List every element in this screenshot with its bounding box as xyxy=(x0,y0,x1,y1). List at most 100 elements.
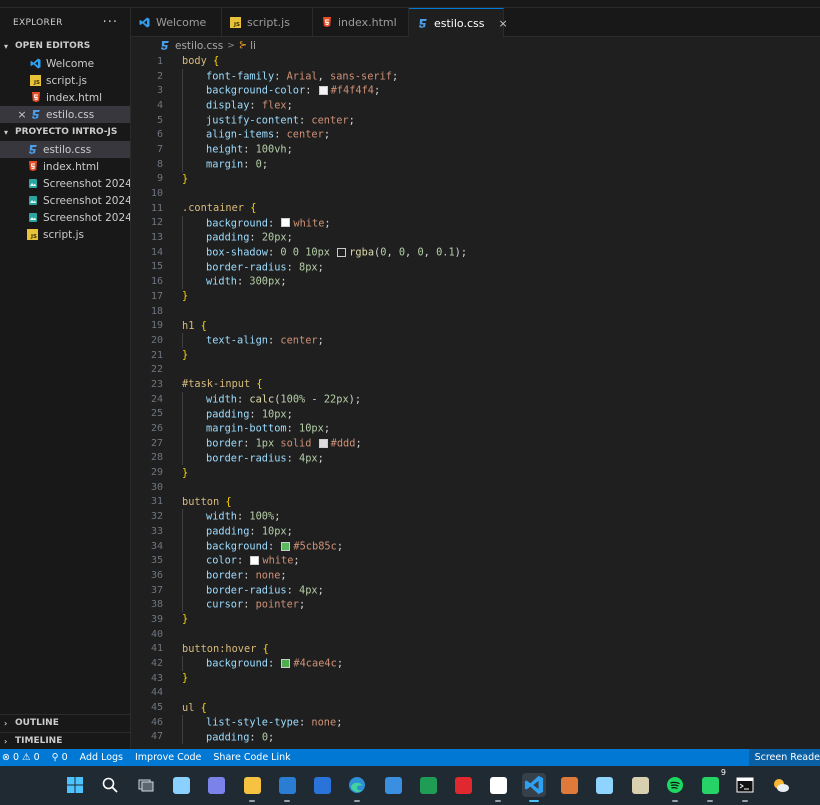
file-tree-item[interactable]: estilo.css xyxy=(0,141,130,158)
code-line: 8 margin: 0; xyxy=(131,156,820,172)
line-number: 44 xyxy=(150,687,163,699)
indent-guide xyxy=(182,582,206,598)
tab-welcome[interactable]: Welcome xyxy=(131,8,222,37)
code-editor[interactable]: 1 body {2 font-family: Arial, sans-serif; 3… xyxy=(131,54,820,749)
indent-guide xyxy=(182,435,206,451)
add-logs-button[interactable]: Add Logs xyxy=(80,752,123,763)
color-swatch[interactable] xyxy=(281,218,291,228)
file-tree-item[interactable]: Screenshot 2024-... xyxy=(0,192,130,209)
code-editor-icon[interactable] xyxy=(486,773,510,802)
css-file-icon xyxy=(27,144,38,155)
line-number: 36 xyxy=(150,569,163,581)
indent-guide xyxy=(182,142,206,157)
copilot-icon[interactable] xyxy=(169,773,193,797)
open-editors-header[interactable]: ▾ OPEN EDITORS xyxy=(0,37,130,55)
search-icon[interactable] xyxy=(98,773,122,797)
code-token: width xyxy=(206,510,237,523)
color-swatch[interactable] xyxy=(318,86,328,96)
code-text: ul { xyxy=(163,702,207,714)
project-title: PROYECTO INTRO-JS xyxy=(15,127,118,137)
indent-guide xyxy=(182,450,206,466)
breadcrumb-symbol[interactable]: li xyxy=(250,40,256,52)
outline-section[interactable]: › OUTLINE xyxy=(0,714,131,731)
teams-icon[interactable] xyxy=(204,773,228,797)
more-actions-icon[interactable]: ··· xyxy=(103,15,118,30)
file-tree-item[interactable]: Screenshot 2024-... xyxy=(0,175,130,192)
code-text: background: #4cae4c; xyxy=(163,656,343,671)
open-editor-label: estilo.css xyxy=(46,108,95,121)
title-bar xyxy=(0,0,820,8)
line-number: 13 xyxy=(150,232,163,244)
code-token: ; xyxy=(280,569,287,582)
task-view-icon[interactable] xyxy=(134,773,158,797)
spotify-icon[interactable] xyxy=(663,773,687,802)
code-token: #task-input xyxy=(182,378,251,391)
improve-code-button[interactable]: Improve Code xyxy=(135,752,201,763)
open-editor-item[interactable]: index.html xyxy=(0,89,130,106)
color-swatch[interactable] xyxy=(318,438,328,448)
color-swatch[interactable] xyxy=(281,659,291,669)
file-tree-item[interactable]: JS script.js xyxy=(0,226,130,243)
code-token: ); xyxy=(454,246,468,259)
code-line: 13 padding: 20px; xyxy=(131,230,820,245)
color-swatch[interactable] xyxy=(250,556,260,566)
terminal-icon[interactable] xyxy=(733,773,757,802)
code-text: body { xyxy=(163,55,219,67)
code-line: 33 padding: 10px; xyxy=(131,524,820,539)
code-text: } xyxy=(163,173,188,185)
cube-icon[interactable] xyxy=(592,773,616,797)
indent-guide xyxy=(182,391,206,407)
color-swatch[interactable] xyxy=(337,247,347,257)
code-token: font-family xyxy=(206,70,275,83)
project-header[interactable]: ▾ PROYECTO INTRO-JS xyxy=(0,123,130,141)
close-tab-icon[interactable]: × xyxy=(498,17,507,30)
screen-reader-label: Screen Reade xyxy=(754,752,820,763)
open-editor-item[interactable]: × estilo.css xyxy=(0,106,130,123)
color-swatch[interactable] xyxy=(281,541,291,551)
windows-start-icon[interactable] xyxy=(63,773,87,797)
code-token: { xyxy=(200,701,207,714)
file-tree-item[interactable]: index.html xyxy=(0,158,130,175)
tab-estilo-css[interactable]: estilo.css × xyxy=(409,8,508,38)
file-explorer-icon[interactable] xyxy=(240,773,264,802)
code-text: text-align: center; xyxy=(163,333,324,348)
open-editor-item[interactable]: JS script.js xyxy=(0,72,130,89)
whatsapp-icon[interactable]: 9 xyxy=(698,768,726,802)
code-token: 100% xyxy=(249,510,275,523)
css-file-icon xyxy=(30,109,41,120)
vscode-icon[interactable] xyxy=(522,773,546,802)
code-token: 4px xyxy=(299,451,318,464)
ports-status[interactable]: ⚲ 0 xyxy=(52,752,68,763)
scanner-icon[interactable] xyxy=(628,773,652,797)
line-number: 42 xyxy=(150,658,163,670)
share-code-link-button[interactable]: Share Code Link xyxy=(213,752,290,763)
word-icon[interactable] xyxy=(275,773,299,802)
code-text: button:hover { xyxy=(163,643,269,655)
timeline-section[interactable]: › TIMELINE xyxy=(0,732,131,749)
git-icon[interactable] xyxy=(557,773,581,797)
code-token: ; xyxy=(293,554,300,567)
screen-reader-status[interactable]: Screen Reade xyxy=(748,749,820,766)
code-token: 4px xyxy=(299,584,318,597)
code-line: 4 display: flex; xyxy=(131,98,820,113)
store-icon[interactable] xyxy=(310,773,334,797)
indent-guide xyxy=(182,714,206,730)
opera-icon[interactable] xyxy=(451,773,475,797)
code-line: 45 ul { xyxy=(131,700,820,715)
code-token: 8px xyxy=(299,260,318,273)
indent-guide xyxy=(182,729,206,745)
code-token: background xyxy=(206,540,268,553)
mail-icon[interactable] xyxy=(381,773,405,797)
tab-index-html[interactable]: index.html xyxy=(313,8,409,37)
open-editor-item[interactable]: Welcome xyxy=(0,55,130,72)
tab-script-js[interactable]: JS script.js xyxy=(222,8,313,37)
file-tree-item[interactable]: Screenshot 2024-... xyxy=(0,209,130,226)
close-icon[interactable]: × xyxy=(16,108,28,121)
excel-icon[interactable] xyxy=(416,773,440,797)
code-token: } xyxy=(182,466,189,479)
breadcrumb-file[interactable]: estilo.css xyxy=(175,40,223,52)
line-number: 24 xyxy=(150,393,163,405)
edge-icon[interactable] xyxy=(345,773,369,802)
weather-icon[interactable] xyxy=(769,773,793,797)
problems-status[interactable]: ⊗ 0 ⚠ 0 xyxy=(2,752,40,763)
